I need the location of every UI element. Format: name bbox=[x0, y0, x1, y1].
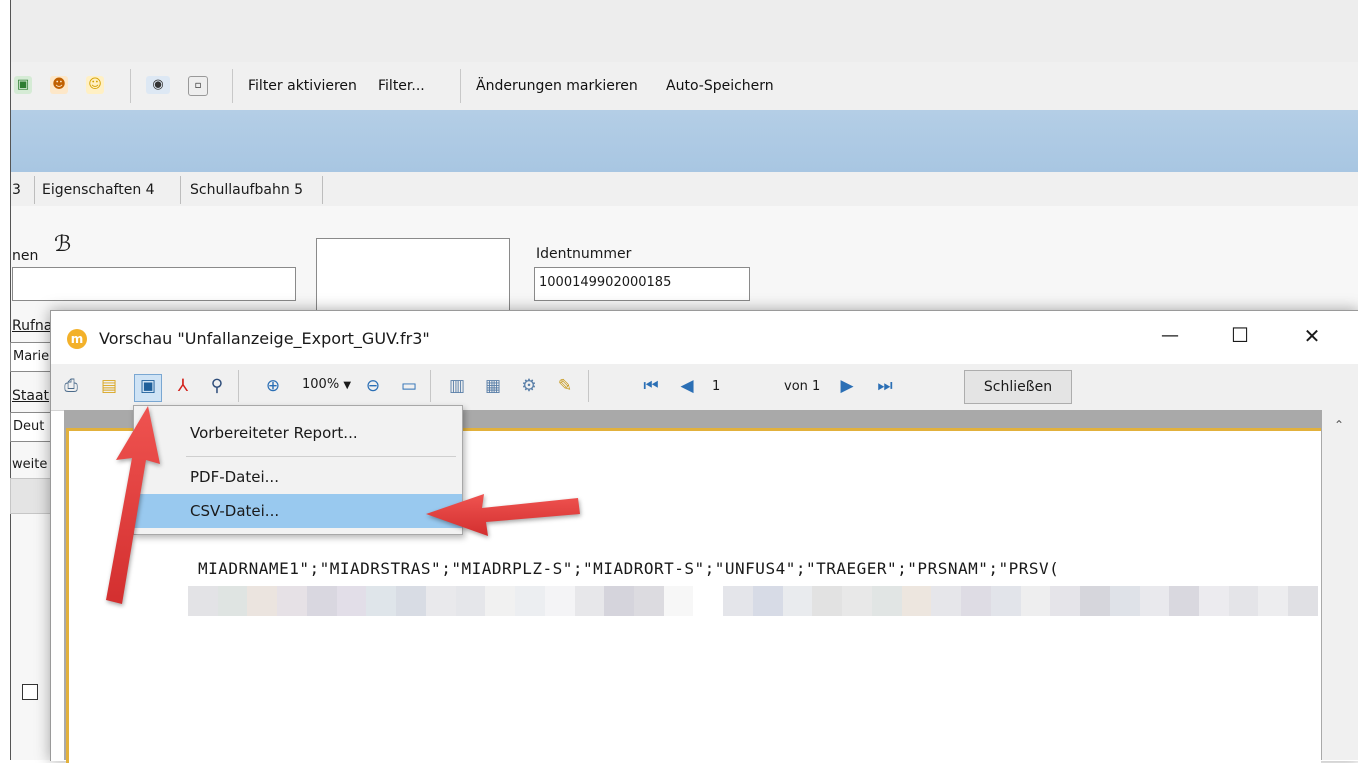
arrow-to-save-icon bbox=[106, 406, 160, 604]
arrow-to-csv-item bbox=[426, 494, 580, 536]
annotation-arrows bbox=[106, 406, 580, 604]
